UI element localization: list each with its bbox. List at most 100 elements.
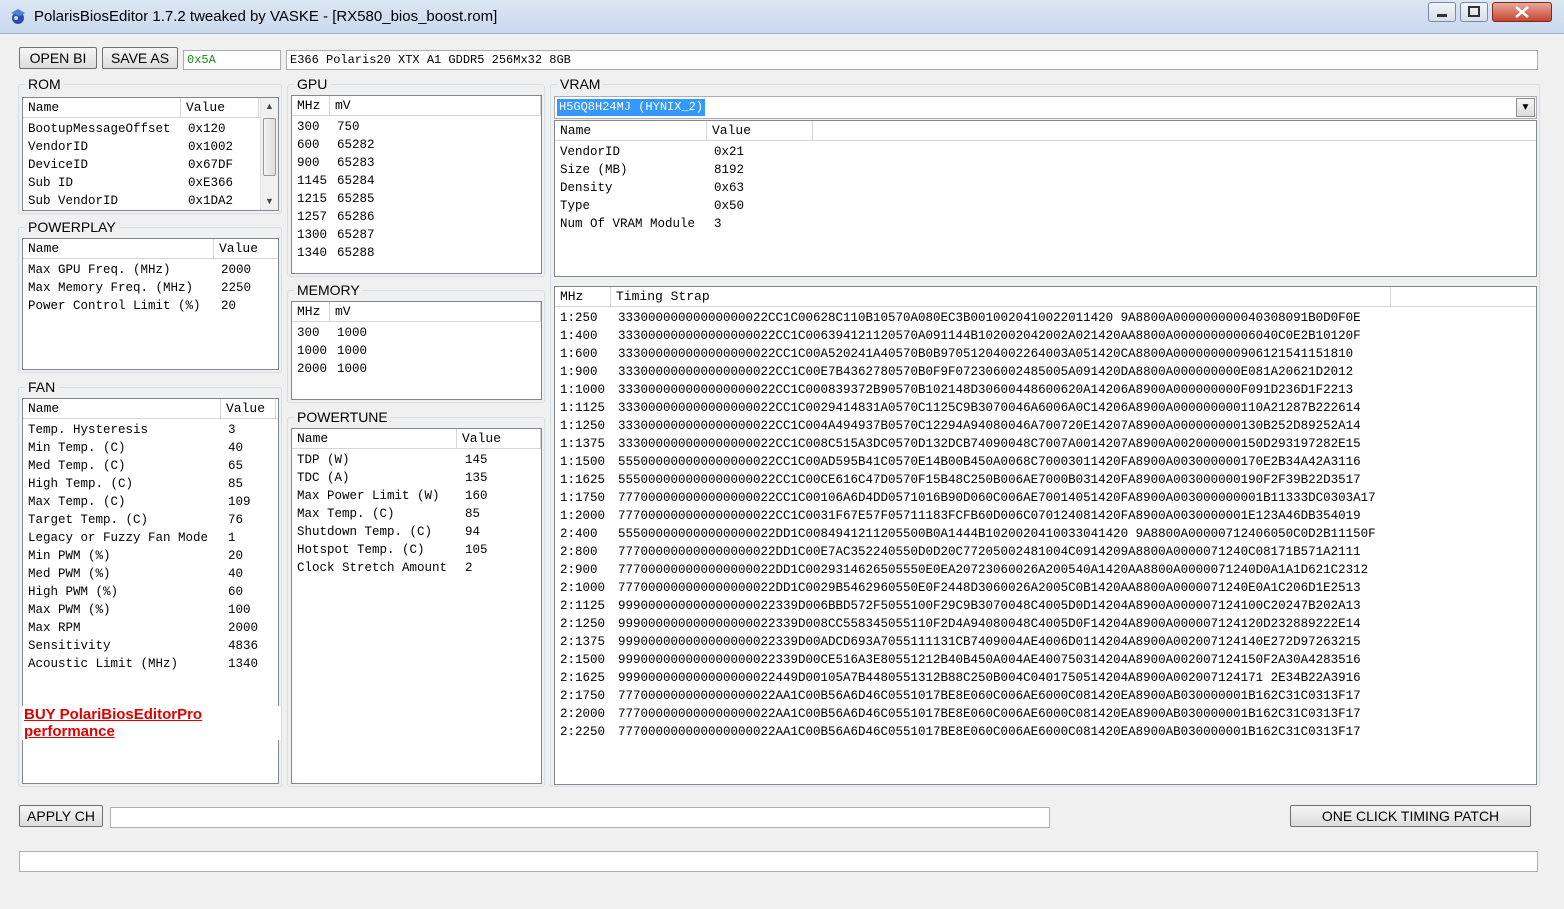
timing-row[interactable]: 1:1250 333000000000000000022CC1C004A49493… [555,417,1536,435]
gpu-row[interactable]: 600 65282 [292,136,541,154]
vram-row[interactable]: Size (MB) 8192 [555,161,1536,179]
fan-row[interactable]: Med PWM (%) 40 [23,565,278,583]
timing-row[interactable]: 2:1125 999000000000000000022339D006BBD572… [555,597,1536,615]
fan-row[interactable]: Min Temp. (C) 40 [23,439,278,457]
gpu-row[interactable]: 1257 65286 [292,208,541,226]
fan-row[interactable]: Max PWM (%) 100 [23,601,278,619]
status-field[interactable] [19,851,1538,872]
powertune-row[interactable]: TDC (A) 135 [292,469,541,487]
fan-row[interactable]: Med Temp. (C) 65 [23,457,278,475]
vram-header-value[interactable]: Value [707,121,813,141]
timing-row[interactable]: 1:1000 333000000000000000022CC1C000839372… [555,381,1536,399]
vram-row[interactable]: Density 0x63 [555,179,1536,197]
powertune-row[interactable]: Clock Stretch Amount 2 [292,559,541,577]
vram-header-name[interactable]: Name [555,121,707,141]
powerplay-row[interactable]: Max Memory Freq. (MHz) 2250 [23,279,278,297]
powertune-row[interactable]: Max Power Limit (W) 160 [292,487,541,505]
vram-row[interactable]: Num Of VRAM Module 3 [555,215,1536,233]
timing-row[interactable]: 2:900 777000000000000000022DD1C0029314626… [555,561,1536,579]
timing-row[interactable]: 1:1500 555000000000000000022CC1C00AD595B4… [555,453,1536,471]
timing-row[interactable]: 1:400 333000000000000000022CC1C0063941211… [555,327,1536,345]
gpu-row[interactable]: 1145 65284 [292,172,541,190]
timing-row[interactable]: 1:600 333000000000000000022CC1C00A520241A… [555,345,1536,363]
apply-field[interactable] [110,807,1050,828]
gpu-row[interactable]: 1215 65285 [292,190,541,208]
fan-row[interactable]: Min PWM (%) 20 [23,547,278,565]
scroll-down-icon[interactable]: ▼ [261,193,278,210]
timing-row[interactable]: 1:1125 333000000000000000022CC1C002941483… [555,399,1536,417]
rom-row[interactable]: BootupMessageOffset 0x120 [23,120,278,138]
gpu-row[interactable]: 900 65283 [292,154,541,172]
scroll-thumb[interactable] [263,118,276,176]
rom-row[interactable]: DeviceID 0x67DF [23,156,278,174]
powertune-row[interactable]: Max Temp. (C) 85 [292,505,541,523]
powerplay-row[interactable]: Max GPU Freq. (MHz) 2000 [23,261,278,279]
memory-list[interactable]: MHz mV 300 1000 1000 1000 2000 1000 [291,301,542,400]
timing-strap-list[interactable]: MHz Timing Strap 1:250 333000000000000000… [554,286,1537,785]
checksum-field[interactable]: 0x5A [183,50,281,70]
timing-header-mhz[interactable]: MHz [555,287,611,307]
rom-row[interactable]: Sub ID 0xE366 [23,174,278,192]
timing-row[interactable]: 2:1250 999000000000000000022339D008CC5583… [555,615,1536,633]
timing-row[interactable]: 2:1500 999000000000000000022339D00CE516A3… [555,651,1536,669]
timing-row[interactable]: 2:2250 777000000000000000022AA1C00B56A6D4… [555,723,1536,741]
fan-row[interactable]: Max RPM 2000 [23,619,278,637]
gpu-row[interactable]: 1300 65287 [292,226,541,244]
powerplay-header-value[interactable]: Value [214,239,278,259]
fan-header-value[interactable]: Value [221,399,276,419]
fan-header-name[interactable]: Name [23,399,221,419]
timing-row[interactable]: 2:1375 999000000000000000022339D00ADCD693… [555,633,1536,651]
maximize-button[interactable] [1460,2,1488,22]
fan-row[interactable]: Max Temp. (C) 109 [23,493,278,511]
powertune-row[interactable]: Hotspot Temp. (C) 105 [292,541,541,559]
memory-header-mv[interactable]: mV [330,302,541,322]
timing-row[interactable]: 1:2000 777000000000000000022CC1C0031F67E5… [555,507,1536,525]
one-click-timing-patch-button[interactable]: ONE CLICK TIMING PATCH [1290,805,1531,827]
powertune-row[interactable]: TDP (W) 145 [292,451,541,469]
fan-row[interactable]: High Temp. (C) 85 [23,475,278,493]
powertune-header-value[interactable]: Value [457,429,541,449]
rom-row[interactable]: Sub VendorID 0x1DA2 [23,192,278,210]
gpu-row[interactable]: 300 750 [292,118,541,136]
vram-row[interactable]: Type 0x50 [555,197,1536,215]
rom-row[interactable]: VendorID 0x1002 [23,138,278,156]
powerplay-list[interactable]: Name Value Max GPU Freq. (MHz) 2000 Max Me… [22,238,279,370]
rom-header-name[interactable]: Name [23,98,181,118]
timing-row[interactable]: 1:1375 333000000000000000022CC1C008C515A3… [555,435,1536,453]
chevron-down-icon[interactable]: ▼ [1516,98,1535,117]
powertune-list[interactable]: Name Value TDP (W) 145 TDC (A) 135 Max Power… [291,428,542,784]
rom-scrollbar[interactable]: ▲ ▼ [260,98,278,210]
rom-list[interactable]: Name Value BootupMessageOffset 0x120 Vendo… [22,97,279,211]
vram-module-select[interactable]: H5GQ8H24MJ (HYNIX_2) ▼ [554,96,1537,119]
gpu-list[interactable]: MHz mV 300 750 600 65282 900 65283 1145 65284 12… [291,95,542,274]
timing-row[interactable]: 2:800 777000000000000000022DD1C00E7AC3522… [555,543,1536,561]
memory-row[interactable]: 300 1000 [292,324,541,342]
fan-row[interactable]: Legacy or Fuzzy Fan Mode 1 [23,529,278,547]
fan-row[interactable]: High PWM (%) 60 [23,583,278,601]
open-bios-button[interactable]: OPEN BI [19,47,97,69]
fan-row[interactable]: Sensitivity 4836 [23,637,278,655]
timing-row[interactable]: 2:1750 777000000000000000022AA1C00B56A6D4… [555,687,1536,705]
powertune-row[interactable]: Shutdown Temp. (C) 94 [292,523,541,541]
timing-row[interactable]: 1:1750 777000000000000000022CC1C00106A6D4… [555,489,1536,507]
gpu-header-mhz[interactable]: MHz [292,96,330,116]
memory-header-mhz[interactable]: MHz [292,302,330,322]
memory-row[interactable]: 1000 1000 [292,342,541,360]
scroll-up-icon[interactable]: ▲ [261,98,278,115]
timing-row[interactable]: 2:1625 999000000000000000022449D00105A7B4… [555,669,1536,687]
timing-row[interactable]: 1:1625 555000000000000000022CC1C00CE616C4… [555,471,1536,489]
fan-row[interactable]: Target Temp. (C) 76 [23,511,278,529]
timing-header-strap[interactable]: Timing Strap [611,287,1391,307]
timing-row[interactable]: 2:400 555000000000000000022DD1C0084941211… [555,525,1536,543]
powerplay-row[interactable]: Power Control Limit (%) 20 [23,297,278,315]
powerplay-header-name[interactable]: Name [23,239,214,259]
timing-row[interactable]: 1:250 33300000000000000022CC1C00628C110B1… [555,309,1536,327]
buy-pro-link[interactable]: BUY PolariBiosEditorPro performance [22,706,281,740]
timing-row[interactable]: 2:1000 777000000000000000022DD1C0029B5462… [555,579,1536,597]
close-button[interactable] [1492,2,1552,22]
powertune-header-name[interactable]: Name [292,429,457,449]
fan-row[interactable]: Temp. Hysteresis 3 [23,421,278,439]
gpu-row[interactable]: 1340 65288 [292,244,541,262]
gpu-header-mv[interactable]: mV [330,96,541,116]
timing-row[interactable]: 1:900 333000000000000000022CC1C00E7B43627… [555,363,1536,381]
